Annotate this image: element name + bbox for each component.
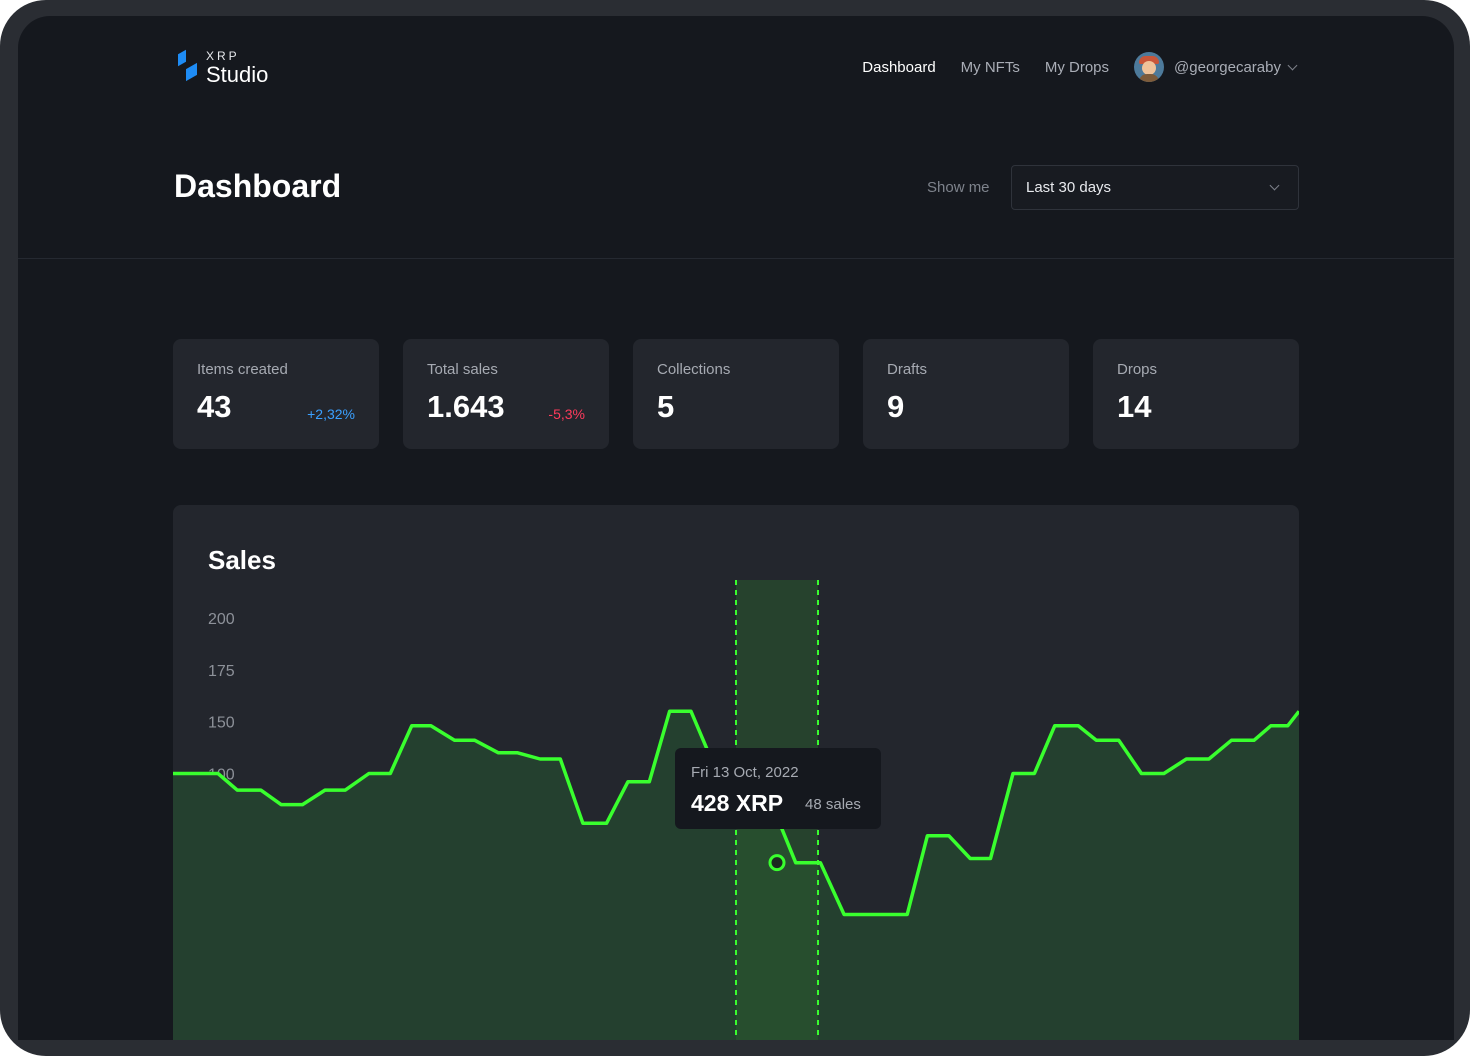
date-range-select[interactable]: Last 30 days — [1011, 165, 1299, 210]
xrp-studio-logo-icon — [176, 48, 200, 82]
stat-card-items-created: Items created 43 +2,32% — [173, 339, 379, 449]
stat-value: 1.643 — [427, 389, 505, 424]
stat-label: Total sales — [427, 361, 498, 378]
device-frame: XRP Studio Dashboard My NFTs My Drops @g… — [0, 0, 1470, 1056]
stat-value: 14 — [1117, 389, 1152, 424]
stat-value: 5 — [657, 389, 675, 424]
tooltip-sales-count: 48 sales — [805, 796, 861, 813]
stat-card-collections: Collections 5 — [633, 339, 839, 449]
stat-value: 43 — [197, 389, 232, 424]
top-nav: Dashboard My NFTs My Drops @georgecaraby — [837, 52, 1298, 82]
stat-card-drops: Drops 14 — [1093, 339, 1299, 449]
stat-label: Items created — [197, 361, 288, 378]
brand-logo[interactable]: XRP Studio — [176, 48, 268, 86]
tooltip-date: Fri 13 Oct, 2022 — [691, 764, 799, 781]
page-title: Dashboard — [174, 168, 342, 204]
stat-card-drafts: Drafts 9 — [863, 339, 1069, 449]
show-me-label: Show me — [927, 179, 990, 196]
stat-label: Drafts — [887, 361, 928, 378]
y-tick-label: 175 — [208, 663, 235, 680]
chart-tooltip: Fri 13 Oct, 2022 428 XRP 48 sales — [675, 748, 881, 829]
y-tick-label: 200 — [208, 611, 235, 628]
stat-value: 9 — [887, 389, 905, 424]
date-range-value: Last 30 days — [1026, 179, 1112, 196]
nav-my-drops[interactable]: My Drops — [1045, 59, 1109, 76]
stat-label: Collections — [657, 361, 731, 378]
chevron-down-icon — [1269, 180, 1280, 191]
tooltip-amount: 428 XRP — [691, 790, 784, 816]
chart-title: Sales — [208, 545, 276, 575]
sales-chart-card: 200175150100755025 Sales Fri 13 Oct, 202… — [173, 505, 1299, 1040]
stat-label: Drops — [1117, 361, 1158, 378]
avatar — [1134, 52, 1165, 82]
stat-change: +2,32% — [307, 406, 355, 422]
brand-name: Studio — [206, 62, 269, 87]
user-menu[interactable]: @georgecaraby — [1134, 52, 1298, 82]
y-tick-label: 150 — [208, 715, 235, 732]
brand-sub: XRP — [206, 49, 240, 63]
user-handle: @georgecaraby — [1174, 58, 1281, 76]
app-screen: XRP Studio Dashboard My NFTs My Drops @g… — [18, 16, 1454, 1040]
highlighted-data-point[interactable] — [768, 854, 786, 872]
chevron-down-icon — [1287, 60, 1298, 70]
stat-card-total-sales: Total sales 1.643 -5,3% — [403, 339, 609, 449]
stat-change: -5,3% — [548, 406, 585, 422]
nav-dashboard[interactable]: Dashboard — [862, 59, 935, 76]
nav-my-nfts[interactable]: My NFTs — [961, 59, 1020, 76]
header-divider — [18, 258, 1454, 259]
